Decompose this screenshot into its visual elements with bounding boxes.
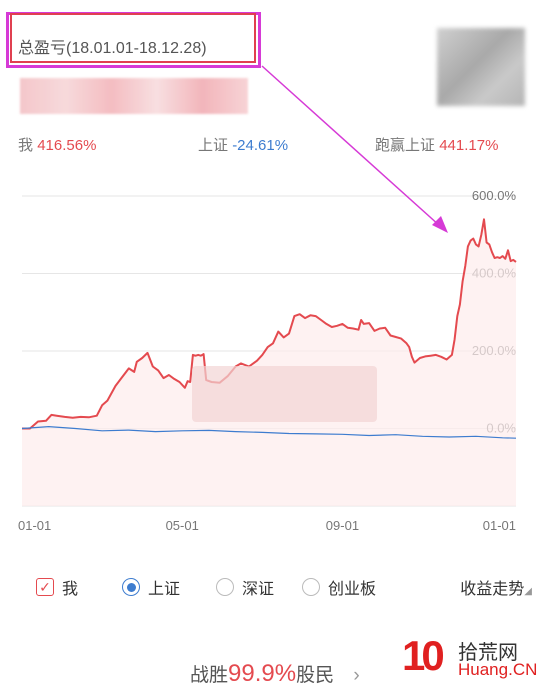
y-tick-label: 600.0% <box>472 188 517 203</box>
radio-icon[interactable] <box>216 578 234 596</box>
watermark-logo: 10 拾荒网 Huang.CN <box>402 632 538 679</box>
legend-cy[interactable]: 创业板 <box>302 575 376 599</box>
avatar[interactable] <box>437 28 525 106</box>
page-title: 总盈亏(18.01.01-18.12.28) <box>18 40 207 57</box>
x-tick-label: 01-01 <box>483 518 516 533</box>
legend-sh[interactable]: 上证 <box>122 575 180 599</box>
stat-beat-value: 441.17% <box>439 137 499 154</box>
stat-sh-value: -24.61% <box>232 137 289 154</box>
stat-me-value: 416.56% <box>37 137 97 154</box>
checkbox-icon[interactable]: ✓ <box>36 578 54 596</box>
x-tick-label: 05-01 <box>166 518 199 533</box>
radio-selected-icon[interactable] <box>122 578 140 596</box>
chevron-right-icon: › <box>353 665 360 686</box>
trend-toggle[interactable]: 收益走势◢ <box>460 575 532 599</box>
blurred-overlay <box>192 366 377 422</box>
triangle-icon: ◢ <box>524 586 532 597</box>
series-area-me <box>22 219 516 507</box>
profit-chart-svg: 0.0%200.0%400.0%600.0%01-0105-0109-0101-… <box>18 188 517 533</box>
legend-sz[interactable]: 深证 <box>216 575 274 599</box>
stat-me: 我 416.56% <box>18 137 97 154</box>
stat-beat: 跑赢上证 441.17% <box>375 137 499 154</box>
legend-bar: ✓ 我 上证 深证 创业板 收益走势◢ <box>0 575 544 605</box>
radio-icon[interactable] <box>302 578 320 596</box>
x-tick-label: 09-01 <box>326 518 359 533</box>
blurred-username <box>20 78 248 114</box>
x-tick-label: 01-01 <box>18 518 51 533</box>
profit-chart: 0.0%200.0%400.0%600.0%01-0105-0109-0101-… <box>0 180 544 540</box>
stat-sh: 上证 -24.61% <box>198 137 289 154</box>
legend-me[interactable]: ✓ 我 <box>36 575 78 599</box>
